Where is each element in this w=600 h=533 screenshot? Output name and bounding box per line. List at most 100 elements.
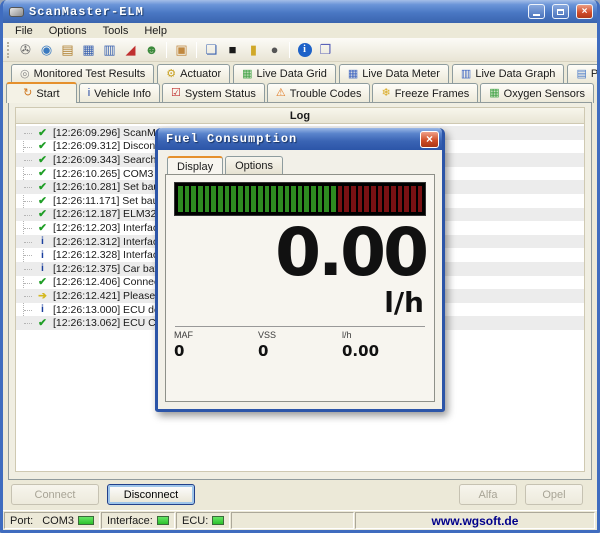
obd-connector-icon: ✇ (20, 42, 31, 57)
tab[interactable]: ▤ PID Config (567, 64, 599, 83)
battery-button[interactable]: ▮ (243, 41, 264, 59)
user-button[interactable]: ☻ (141, 41, 162, 59)
stat-label: MAF (174, 330, 193, 340)
gauge-segment (191, 186, 196, 212)
obd-connector-button[interactable]: ✇ (15, 41, 36, 59)
app-icon (9, 6, 24, 17)
website-link[interactable]: www.wgsoft.de (355, 512, 595, 529)
preview-window-button[interactable]: ❏ (201, 41, 222, 59)
graph-button[interactable]: ◢ (120, 41, 141, 59)
terminal-button[interactable]: ■ (222, 41, 243, 59)
report-icon: ▤ (61, 42, 74, 57)
fuel-value: 0.00 (275, 214, 429, 291)
gauge-bar (174, 182, 426, 216)
opel-button[interactable]: Opel (525, 484, 583, 505)
gauge-segment (391, 186, 396, 212)
title-bar: ScanMaster-ELM × (3, 0, 597, 23)
exit-button[interactable]: ❒ (315, 41, 336, 59)
globe-icon: ◉ (40, 42, 53, 57)
dialog-tab[interactable]: Options (225, 156, 283, 174)
arrow-icon: ➔ (38, 289, 47, 302)
stat-value: 0.00 (342, 342, 380, 360)
exit-icon: ❒ (319, 42, 332, 57)
gauge-segment (271, 186, 276, 212)
dialog-title-bar[interactable]: Fuel Consumption × (158, 128, 442, 150)
maximize-button[interactable] (552, 4, 569, 19)
tab[interactable]: ◎ Monitored Test Results (11, 64, 155, 83)
live-data-graph-icon: ▥ (460, 67, 472, 80)
grid-button[interactable]: ▦ (78, 41, 99, 59)
grid-icon: ▦ (82, 42, 95, 57)
close-button[interactable]: × (576, 4, 593, 19)
tab-row-secondary: ◎ Monitored Test Results ⚙ Actuator ▦ Li… (11, 64, 597, 83)
dialog-tabs: Display Options (167, 156, 435, 174)
dialog-close-button[interactable]: × (420, 130, 439, 148)
minimize-button[interactable] (528, 4, 545, 19)
tab[interactable]: ▦ Oxygen Sensors (480, 83, 594, 103)
tab[interactable]: ▦ Live Data Grid (233, 64, 336, 83)
clipboard-icon: ▣ (175, 42, 188, 57)
tab[interactable]: ❄ Freeze Frames (372, 83, 479, 103)
stat-value: 0 (258, 342, 269, 360)
start-icon: ↻ (23, 87, 33, 99)
freeze-frames-icon: ❄ (381, 87, 391, 99)
tab[interactable]: ▦ Live Data Meter (338, 64, 449, 83)
gauge-segment (371, 186, 376, 212)
log-text: [12:26:12.312] Interface (53, 235, 164, 248)
chart-button[interactable]: ▥ (99, 41, 120, 59)
graph-icon: ◢ (125, 42, 136, 57)
menu-item[interactable]: File (7, 25, 41, 37)
status-interface: Interface: (101, 512, 175, 529)
ecu-label: ECU: (182, 514, 209, 527)
globe-button[interactable]: ◉ (36, 41, 57, 59)
check-icon: ✔ (38, 194, 47, 207)
gauge-segment (284, 186, 290, 212)
menu-item[interactable]: Help (136, 25, 175, 37)
chart-icon: ▥ (103, 42, 116, 57)
info-icon: i (41, 262, 44, 275)
alfa-button[interactable]: Alfa (459, 484, 517, 505)
oxygen-sensors-icon: ▦ (489, 87, 500, 99)
window-title: ScanMaster-ELM (29, 4, 144, 19)
info-icon: i (41, 303, 44, 316)
clipboard-button[interactable]: ▣ (171, 41, 192, 59)
disconnect-button[interactable]: Disconnect (107, 484, 195, 505)
gauge-segment (211, 186, 216, 212)
stat-column: l/h 0.00 (342, 330, 426, 360)
tab[interactable]: ▥ Live Data Graph (451, 64, 565, 83)
status-bar: Port: COM3 Interface: ECU: www.wgsoft.de (3, 510, 597, 530)
tab-label: PID Config (590, 68, 599, 80)
gauge-segment (397, 186, 403, 212)
info-icon: i (41, 248, 44, 261)
info-icon: i (297, 42, 312, 57)
menu-item[interactable]: Options (41, 25, 95, 37)
gauge-segment (357, 186, 363, 212)
dialog-close-icon: × (425, 132, 433, 146)
tab[interactable]: ☑ System Status (162, 83, 265, 103)
display-tab-panel: 0.00 l/h MAF 0 VSS 0 l/h 0.00 (165, 174, 435, 402)
gauge-segment (297, 186, 303, 212)
gauge-button[interactable]: ● (264, 41, 285, 59)
gauge-segment (264, 186, 270, 212)
gauge-segment (184, 186, 190, 212)
dialog-tab[interactable]: Display (167, 156, 224, 174)
toolbar: ✇ ◉ ▤ ▦ ▥ ◢ ☻ ▣ ❏ ■ ▮ ● i ❒ (3, 38, 597, 62)
gauge-segment (304, 186, 310, 212)
report-button[interactable]: ▤ (57, 41, 78, 59)
tab[interactable]: ⚠ Trouble Codes (266, 83, 371, 103)
vehicle-info-icon: i (87, 87, 91, 99)
tab[interactable]: i Vehicle Info (78, 83, 161, 103)
tab[interactable]: ↻ Start (6, 82, 77, 103)
minimize-icon (533, 14, 540, 16)
website-text: www.wgsoft.de (431, 513, 519, 528)
info-button[interactable]: i (294, 41, 315, 59)
tab-label: Trouble Codes (289, 87, 362, 100)
gauge-segment (257, 186, 263, 212)
tab[interactable]: ⚙ Actuator (157, 64, 231, 83)
connect-button[interactable]: Connect (11, 484, 99, 505)
info-icon: i (41, 235, 44, 248)
menu-item[interactable]: Tools (95, 25, 137, 37)
check-icon: ✔ (38, 208, 47, 221)
system-status-icon: ☑ (171, 87, 181, 99)
live-data-meter-icon: ▦ (347, 67, 359, 80)
